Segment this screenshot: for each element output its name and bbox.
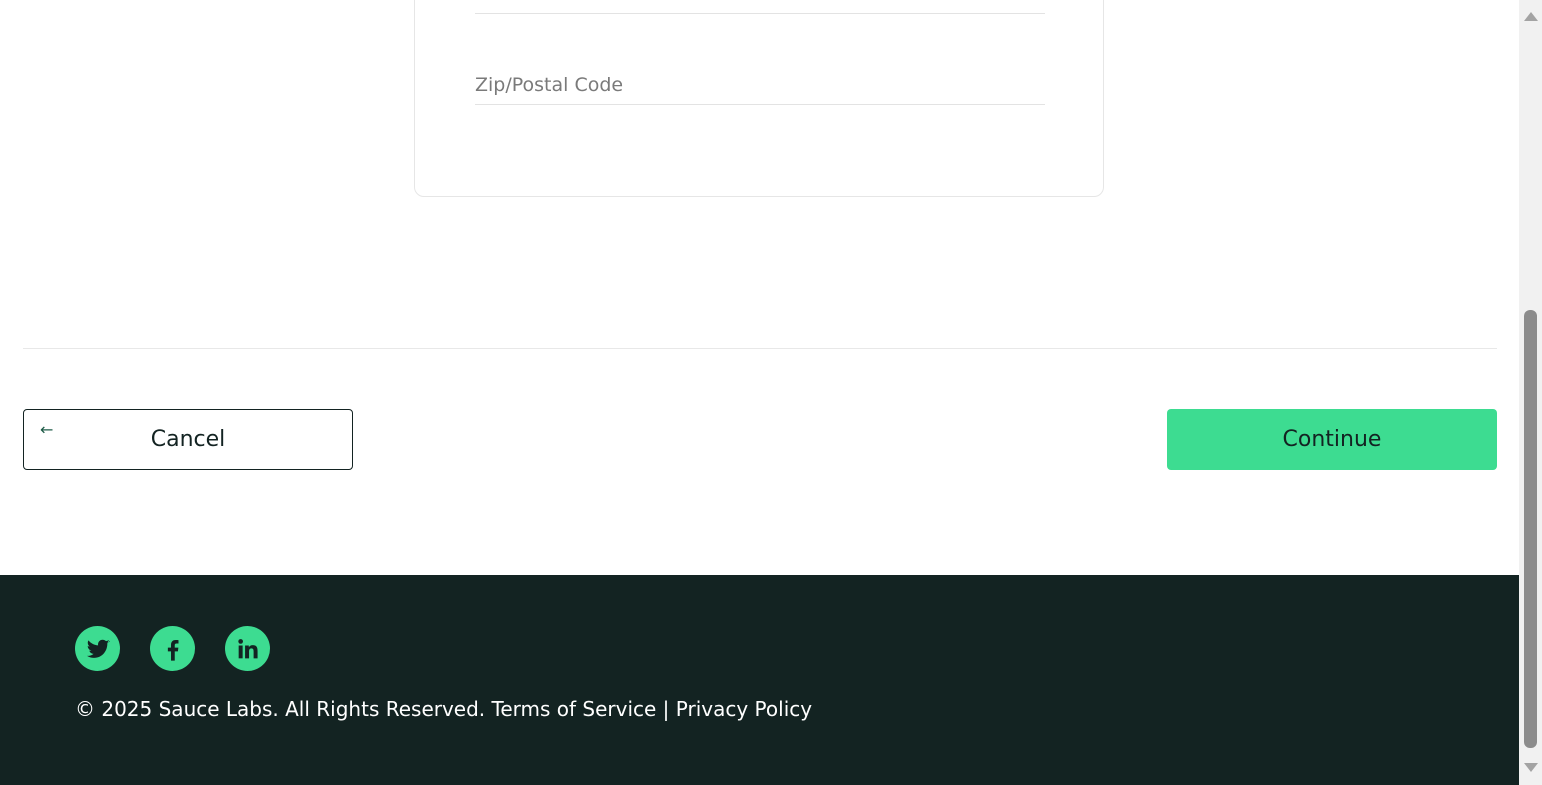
continue-button[interactable]: Continue [1167,409,1497,470]
last-name-input[interactable] [475,0,1045,3]
checkout-info-form [414,0,1104,197]
cancel-button[interactable]: ← Cancel [23,409,353,470]
cancel-button-label: Cancel [150,427,226,452]
scrollbar-thumb[interactable] [1524,310,1537,748]
last-name-field-wrapper [475,0,1045,14]
linkedin-icon [237,638,258,658]
continue-button-label: Continue [1282,427,1382,452]
zip-postal-code-input[interactable] [475,65,1045,104]
footer: © 2025 Sauce Labs. All Rights Reserved. … [0,575,1519,785]
facebook-link[interactable] [150,626,195,671]
vertical-scrollbar[interactable] [1519,0,1542,785]
twitter-icon [86,639,110,658]
scroll-down-arrow-icon[interactable] [1524,763,1538,772]
facebook-icon [167,639,178,661]
linkedin-link[interactable] [225,626,270,671]
twitter-link[interactable] [75,626,120,671]
zip-field-wrapper [475,65,1045,105]
section-divider [23,348,1497,349]
checkout-page: ← Cancel Continue © 2025 Sauce Labs. All… [0,0,1519,785]
copyright-text: © 2025 Sauce Labs. All Rights Reserved. … [75,697,813,721]
scroll-up-arrow-icon[interactable] [1524,12,1538,21]
arrow-left-icon: ← [40,420,54,439]
